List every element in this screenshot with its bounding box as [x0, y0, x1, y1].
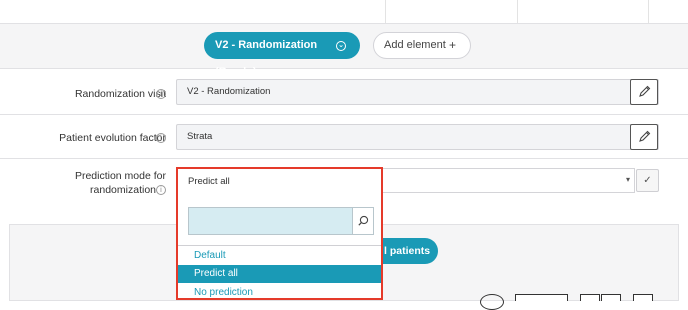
info-icon: i [156, 89, 166, 99]
pencil-icon [639, 130, 651, 142]
prediction-mode-selected-value[interactable]: Predict all [178, 169, 381, 195]
dropdown-divider [178, 245, 381, 246]
info-icon: i [156, 185, 166, 195]
circle-button[interactable] [480, 294, 504, 310]
check-icon: ✓ [643, 175, 652, 186]
option-no-prediction[interactable]: No prediction [178, 284, 381, 302]
chevron-down-icon: ⌄ [336, 41, 346, 51]
patient-evolution-factor-field[interactable]: Strata [176, 124, 659, 150]
confirm-prediction-mode-button[interactable]: ✓ [636, 169, 659, 192]
search-button[interactable] [352, 207, 374, 235]
info-icon: i [156, 133, 166, 143]
top-background [0, 0, 688, 23]
dropdown-search [188, 207, 374, 235]
bottom-control[interactable] [580, 294, 600, 301]
add-element-label: Add element [384, 39, 446, 51]
caret-down-icon: ▾ [625, 175, 630, 184]
bottom-control[interactable] [601, 294, 621, 301]
divider [648, 0, 649, 23]
pencil-icon [639, 85, 651, 97]
patient-evolution-factor-row: Patient evolution factor i Strata [0, 115, 688, 159]
edit-randomization-visit-button[interactable] [630, 79, 658, 105]
visit-toolbar: V2 - Randomization (Rando) ⌄ Add element… [0, 23, 688, 78]
plus-icon: + [448, 38, 456, 52]
add-element-button[interactable]: Add element + [373, 32, 471, 59]
prediction-mode-dropdown: Predict all Default Predict all No predi… [176, 167, 383, 300]
divider [385, 0, 386, 23]
randomization-visit-field[interactable]: V2 - Randomization [176, 79, 659, 105]
patient-evolution-factor-label: Patient evolution factor [59, 132, 166, 144]
prediction-mode-label-line2: randomization [90, 184, 156, 196]
option-predict-all[interactable]: Predict all [178, 265, 381, 283]
prediction-mode-label-line1: Prediction mode for [74, 170, 166, 182]
bottom-control[interactable] [515, 294, 568, 301]
edit-patient-evolution-factor-button[interactable] [630, 124, 658, 150]
search-icon [358, 215, 369, 226]
option-default[interactable]: Default [178, 247, 381, 265]
bottom-control[interactable] [633, 294, 653, 301]
divider [517, 0, 518, 23]
dropdown-search-input[interactable] [188, 207, 353, 235]
prediction-mode-select[interactable]: ▾ [380, 168, 635, 193]
visit-pill-button[interactable]: V2 - Randomization (Rando) ⌄ [204, 32, 360, 78]
randomization-visit-label: Randomization visit [74, 88, 166, 100]
randomization-visit-row: Randomization visit i V2 - Randomization [0, 69, 688, 115]
